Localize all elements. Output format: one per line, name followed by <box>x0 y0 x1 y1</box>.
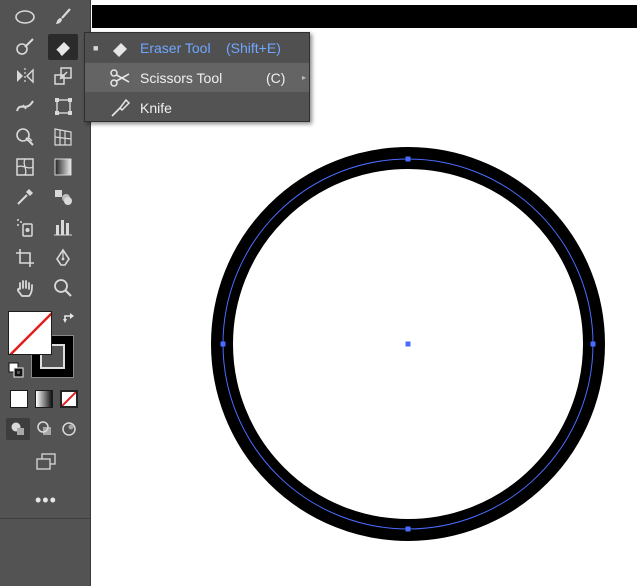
hand-tool[interactable] <box>12 276 38 300</box>
paintbrush-icon <box>56 8 71 24</box>
paintbrush-tool[interactable] <box>50 5 76 29</box>
eraser-tool-flyout-menu: ■ Eraser Tool (Shift+E) Scissors Tool (C… <box>84 32 310 122</box>
center-point <box>405 341 411 347</box>
eraser-icon <box>113 43 127 57</box>
pen-tool[interactable] <box>50 246 76 270</box>
menu-item-label: Knife <box>140 99 172 116</box>
knife-icon <box>111 98 131 117</box>
menu-item-label: Scissors Tool <box>140 69 223 86</box>
shaper-icon <box>16 38 34 55</box>
menu-item-shortcut: (C) <box>266 69 286 86</box>
tear-off-arrow-icon[interactable]: ▸ <box>302 73 306 82</box>
blend-icon <box>55 190 72 205</box>
fill-color-swatch[interactable] <box>8 311 52 355</box>
screen-mode-icon <box>36 453 56 470</box>
eraser-tool[interactable] <box>48 34 78 60</box>
edit-toolbar-button[interactable]: ••• <box>35 490 57 511</box>
draw-behind-button[interactable] <box>33 418 57 440</box>
perspective-grid-tool[interactable] <box>50 125 76 149</box>
pen-icon <box>56 248 70 266</box>
anchor-point-bottom[interactable] <box>405 526 411 532</box>
default-fill-stroke-button[interactable] <box>8 362 24 383</box>
artboard-icon <box>16 249 34 267</box>
gradient-icon <box>54 158 72 176</box>
perspective-grid-icon <box>54 128 72 146</box>
width-icon <box>16 100 34 112</box>
draw-behind-icon <box>37 421 51 435</box>
draw-inside-button[interactable] <box>57 418 81 440</box>
default-colors-icon <box>8 362 24 378</box>
anchor-point-left[interactable] <box>220 341 226 347</box>
screen-mode-button[interactable] <box>31 450 61 474</box>
draw-inside-icon <box>62 422 76 436</box>
draw-normal-icon <box>11 422 24 435</box>
free-transform-tool[interactable] <box>50 94 76 118</box>
color-mode-button[interactable] <box>10 390 28 408</box>
shaper-tool[interactable] <box>12 35 38 59</box>
shape-builder-tool[interactable] <box>12 125 38 149</box>
anchor-point-right[interactable] <box>590 341 596 347</box>
blend-tool[interactable] <box>50 185 76 209</box>
ellipse-tool[interactable] <box>12 5 38 29</box>
none-fill-icon <box>9 312 51 354</box>
reflect-icon <box>17 68 34 84</box>
swap-fill-stroke-button[interactable] <box>61 311 77 332</box>
menu-item-label: Eraser Tool <box>140 39 211 56</box>
width-tool[interactable] <box>12 94 38 118</box>
artboard-tool[interactable] <box>12 246 38 270</box>
anchor-point-top[interactable] <box>405 156 411 162</box>
swap-arrow-icon <box>63 313 74 323</box>
column-graph-tool[interactable] <box>50 215 76 239</box>
symbol-sprayer-tool[interactable] <box>12 215 38 239</box>
mesh-icon <box>16 158 34 176</box>
eraser-icon <box>55 42 70 56</box>
scissors-icon <box>110 69 130 87</box>
reflect-tool[interactable] <box>12 64 38 88</box>
scale-icon <box>54 67 72 85</box>
column-graph-icon <box>54 220 72 236</box>
eyedropper-tool[interactable] <box>12 185 38 209</box>
none-icon <box>62 392 76 406</box>
none-mode-button[interactable] <box>60 390 78 408</box>
mesh-tool[interactable] <box>12 155 38 179</box>
hand-icon <box>17 280 33 297</box>
draw-normal-button[interactable] <box>6 418 30 440</box>
zoom-icon <box>54 279 72 297</box>
menu-item-shortcut: (Shift+E) <box>226 39 281 56</box>
toolbar-divider <box>0 518 90 519</box>
tools-panel: ••• <box>0 0 91 586</box>
menu-item-scissors-tool[interactable]: Scissors Tool (C) <box>85 63 309 92</box>
symbol-sprayer-icon <box>17 219 33 237</box>
scale-tool[interactable] <box>50 64 76 88</box>
top-black-bar <box>92 5 637 28</box>
current-tool-bullet: ■ <box>93 42 99 53</box>
ellipse-icon <box>15 10 35 24</box>
shape-builder-icon <box>16 128 34 146</box>
gradient-mode-button[interactable] <box>35 390 53 408</box>
zoom-tool[interactable] <box>50 276 76 300</box>
menu-item-knife[interactable]: Knife <box>85 93 309 122</box>
menu-item-eraser-tool[interactable]: ■ Eraser Tool (Shift+E) <box>85 33 309 62</box>
eyedropper-icon <box>17 189 33 205</box>
gradient-tool[interactable] <box>50 155 76 179</box>
free-transform-icon <box>55 98 72 115</box>
